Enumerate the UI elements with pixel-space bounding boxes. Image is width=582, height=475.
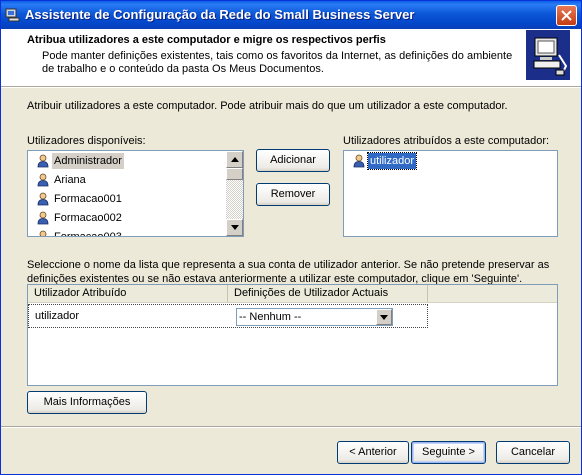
user-icon [37, 154, 49, 168]
computer-network-icon [526, 30, 570, 80]
scroll-up-button[interactable] [226, 151, 243, 168]
add-button[interactable]: Adicionar [256, 149, 330, 172]
available-users-list[interactable]: Administrador Ariana Formacao001 Formaca… [27, 150, 244, 237]
intro-text: Atribuir utilizadores a este computador.… [27, 100, 508, 112]
available-users-label: Utilizadores disponíveis: [27, 135, 146, 147]
scroll-down-button[interactable] [226, 219, 243, 236]
vertical-scrollbar[interactable] [226, 151, 243, 236]
more-info-button[interactable]: Mais Informações [27, 391, 147, 414]
header-title: Atribua utilizadores a este computador e… [27, 34, 386, 46]
scroll-track[interactable] [226, 180, 243, 219]
close-icon [561, 10, 572, 21]
list-item-label: Administrador [52, 153, 124, 169]
arrow-up-icon [231, 157, 239, 162]
header-description: Pode manter definições existentes, tais … [42, 50, 513, 75]
table-row[interactable]: utilizador -- Nenhum -- [28, 304, 428, 328]
current-settings-dropdown[interactable]: -- Nenhum -- [236, 308, 393, 326]
column-header-assigned-user[interactable]: Utilizador Atribuído [28, 285, 228, 302]
user-icon [39, 230, 47, 236]
user-icon [353, 154, 365, 168]
list-item-label: Formacao001 [54, 193, 122, 205]
header-divider [1, 87, 581, 88]
cancel-button[interactable]: Cancelar [496, 441, 570, 464]
window-title: Assistente de Configuração da Rede do Sm… [25, 7, 415, 22]
table-header: Utilizador Atribuído Definições de Utili… [28, 285, 557, 303]
assigned-users-list[interactable]: utilizador [343, 150, 558, 237]
back-button[interactable]: < Anterior [337, 441, 409, 464]
list-item-label: Ariana [54, 174, 86, 186]
instruction-text: Seleccione o nome da lista que represent… [27, 259, 550, 285]
assigned-users-label: Utilizadores atribuídos a este computado… [343, 135, 550, 147]
wizard-header: Atribua utilizadores a este computador e… [1, 29, 581, 87]
list-item-label: Formacao002 [54, 212, 122, 224]
next-button[interactable]: Seguinte > [411, 441, 486, 464]
wizard-window: Assistente de Configuração da Rede do Sm… [0, 0, 582, 475]
scroll-thumb[interactable] [226, 168, 243, 180]
table-cell-user: utilizador [35, 310, 80, 322]
chevron-down-icon [380, 315, 388, 320]
user-icon [37, 211, 49, 225]
dropdown-button[interactable] [376, 309, 392, 325]
footer-separator [1, 426, 581, 428]
user-icon [37, 173, 49, 187]
network-wizard-icon [5, 8, 20, 22]
user-migration-table[interactable]: Utilizador Atribuído Definições de Utili… [27, 284, 558, 386]
list-item-label: utilizador [366, 152, 418, 170]
close-button[interactable] [556, 5, 577, 26]
column-header-current-settings[interactable]: Definições de Utilizador Actuais [228, 285, 428, 302]
title-bar[interactable]: Assistente de Configuração da Rede do Sm… [1, 1, 581, 29]
remove-button[interactable]: Remover [256, 183, 330, 206]
dropdown-value: -- Nenhum -- [239, 311, 302, 323]
arrow-down-icon [231, 225, 239, 230]
user-icon [37, 192, 49, 206]
list-item-label: Formacao003 [54, 231, 122, 237]
